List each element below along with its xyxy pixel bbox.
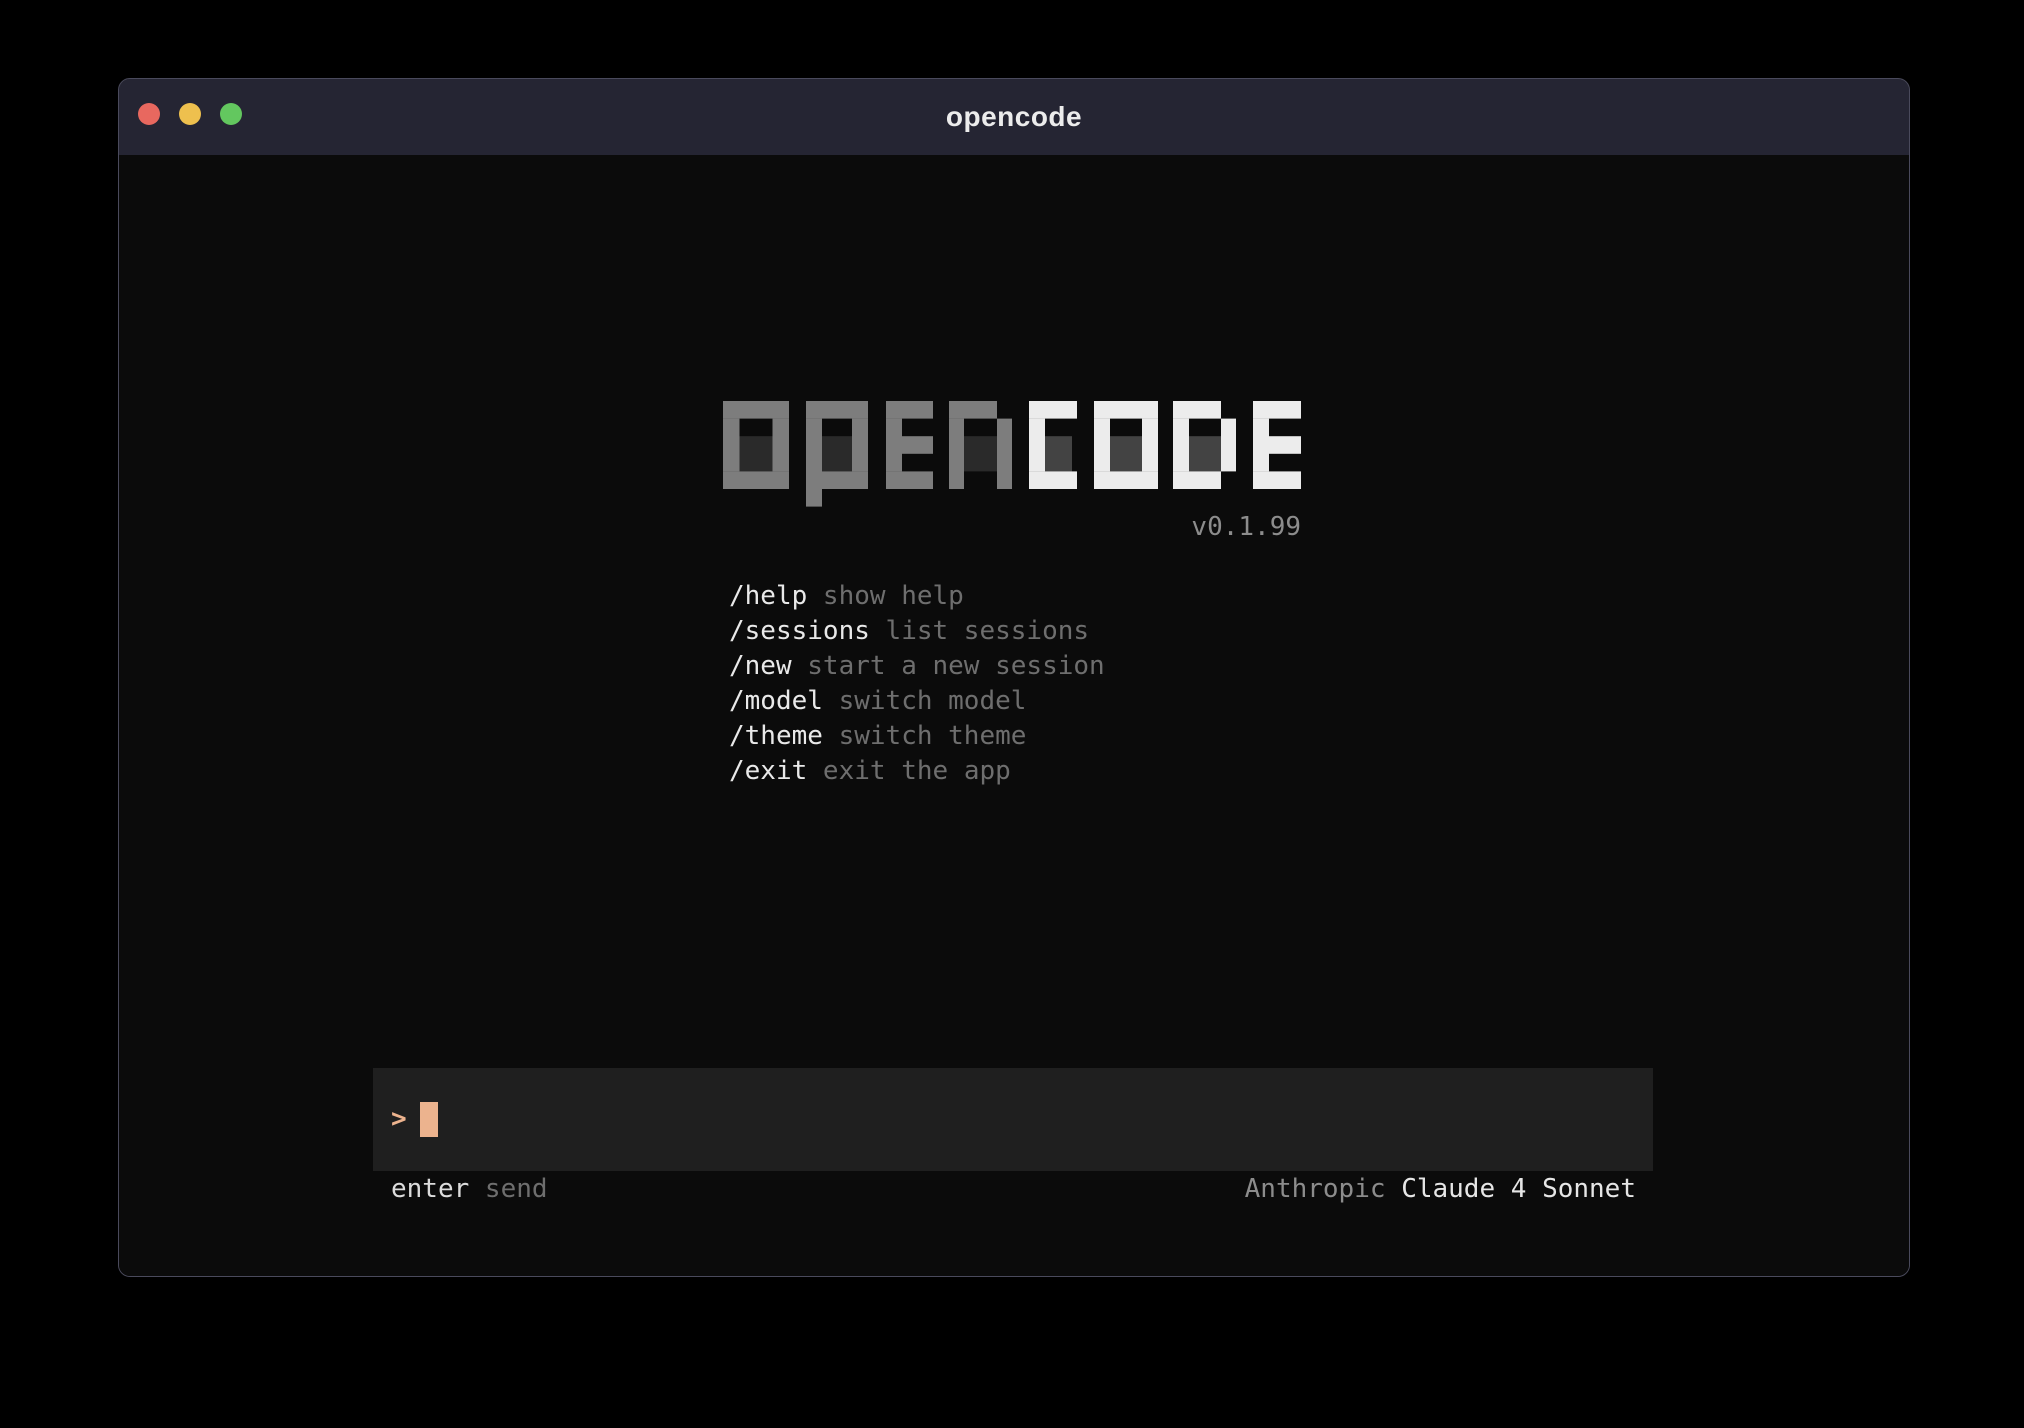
command-desc: switch theme xyxy=(823,721,1027,751)
status-bar: enter send Anthropic Claude 4 Sonnet xyxy=(373,1173,1653,1205)
command-desc: start a new session xyxy=(792,651,1105,681)
app-window: opencode open code xyxy=(118,78,1910,1277)
command-desc: switch model xyxy=(823,686,1027,716)
prompt-chevron: > xyxy=(391,1068,407,1171)
window-title: opencode xyxy=(119,79,1909,155)
command-name: /theme xyxy=(729,721,823,751)
command-theme: /theme switch theme xyxy=(729,719,1105,754)
command-name: /help xyxy=(729,581,807,611)
model-indicator: Anthropic Claude 4 Sonnet xyxy=(1245,1173,1636,1205)
send-hint: enter send xyxy=(391,1173,548,1205)
text-cursor xyxy=(420,1102,438,1137)
send-hint-action: send xyxy=(469,1174,547,1204)
provider-label: Anthropic xyxy=(1245,1174,1402,1204)
command-help-list: /help show help /sessions list sessions … xyxy=(729,579,1105,789)
command-name: /sessions xyxy=(729,616,870,646)
command-name: /exit xyxy=(729,756,807,786)
send-hint-key: enter xyxy=(391,1174,469,1204)
command-desc: show help xyxy=(807,581,964,611)
command-sessions: /sessions list sessions xyxy=(729,614,1105,649)
command-desc: list sessions xyxy=(870,616,1089,646)
terminal-screen: open code xyxy=(119,155,1909,1276)
window-titlebar[interactable]: opencode xyxy=(119,79,1909,155)
model-label: Claude 4 Sonnet xyxy=(1401,1174,1636,1204)
command-new: /new start a new session xyxy=(729,649,1105,684)
opencode-logo-pixel-art xyxy=(723,401,1301,507)
command-name: /model xyxy=(729,686,823,716)
command-desc: exit the app xyxy=(807,756,1011,786)
version-label: v0.1.99 xyxy=(723,514,1301,540)
prompt-input[interactable]: > xyxy=(373,1068,1653,1171)
command-help: /help show help xyxy=(729,579,1105,614)
command-exit: /exit exit the app xyxy=(729,754,1105,789)
command-model: /model switch model xyxy=(729,684,1105,719)
opencode-logo: open code xyxy=(723,401,1301,540)
command-name: /new xyxy=(729,651,792,681)
